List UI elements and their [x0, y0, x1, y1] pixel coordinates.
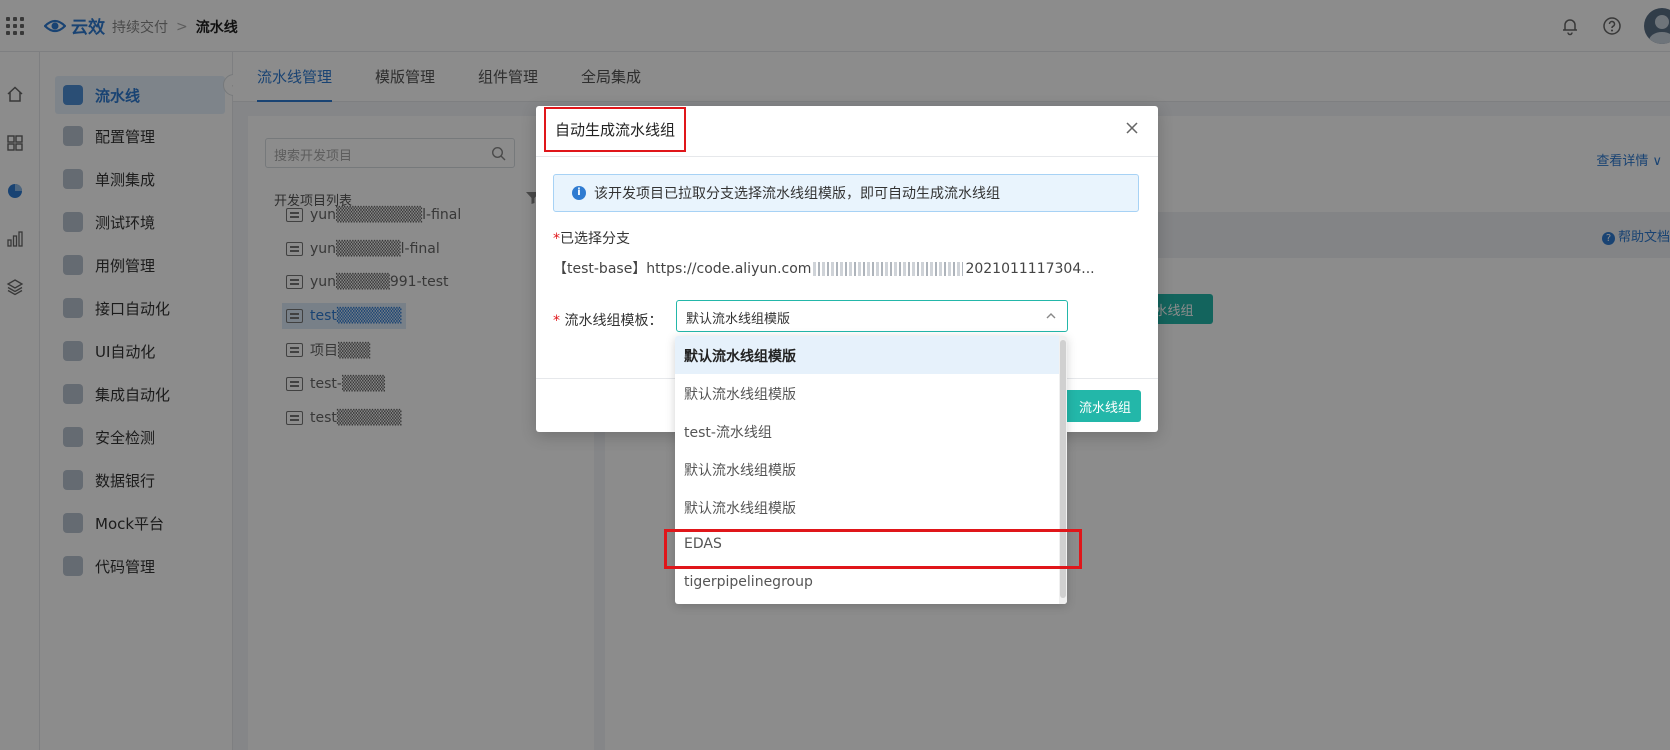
- template-label-text: 流水线组模板：: [564, 313, 663, 329]
- dropdown-option[interactable]: tigerpipelinegroup: [675, 564, 1059, 602]
- annotation-highlight-box: [664, 529, 1082, 569]
- dialog-title: 自动生成流水线组: [544, 107, 687, 152]
- dialog-header-divider: [536, 156, 1158, 157]
- branch-value: 【test-base】https://code.aliyun.com 202101…: [553, 258, 1143, 278]
- branch-label-text: 已选择分支: [560, 231, 630, 247]
- dropdown-option[interactable]: 默认流水线组模版: [675, 450, 1059, 488]
- template-select[interactable]: 默认流水线组模版: [676, 300, 1068, 332]
- required-marker: *: [553, 313, 565, 329]
- info-icon: i: [572, 186, 586, 200]
- required-marker: *: [553, 231, 560, 247]
- dropdown-option[interactable]: 默认流水线组模版: [675, 336, 1059, 374]
- branch-prefix: 【test-base】https://code.aliyun.com: [553, 261, 812, 277]
- branch-label: *已选择分支: [553, 228, 630, 248]
- close-icon[interactable]: [1124, 120, 1140, 136]
- generate-pipeline-group-button[interactable]: 流水线组: [1061, 390, 1141, 422]
- info-text: 该开发项目已拉取分支选择流水线组模版，即可自动生成流水线组: [594, 186, 1000, 202]
- branch-suffix: 2021011117304...: [965, 261, 1095, 277]
- dropdown-option[interactable]: 默认流水线组模版: [675, 488, 1059, 526]
- template-select-value: 默认流水线组模版: [686, 312, 791, 327]
- template-label: * 流水线组模板：: [553, 310, 662, 330]
- chevron-up-icon: [1046, 313, 1056, 319]
- redacted-text: [813, 262, 964, 276]
- info-alert: i 该开发项目已拉取分支选择流水线组模版，即可自动生成流水线组: [553, 174, 1139, 212]
- dropdown-option[interactable]: 默认流水线组模版: [675, 374, 1059, 412]
- dropdown-option[interactable]: test-流水线组: [675, 412, 1059, 450]
